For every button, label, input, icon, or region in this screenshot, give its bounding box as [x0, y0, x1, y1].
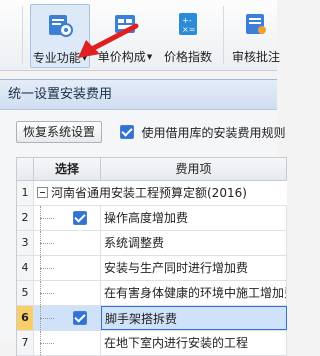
- table-row[interactable]: 7 在地下室内进行安装的工程: [17, 331, 287, 356]
- use-borrowed-library-checkbox[interactable]: [119, 125, 134, 139]
- restore-system-settings-button[interactable]: 恢复系统设置: [16, 121, 103, 143]
- fee-item-cell[interactable]: 在地下室内进行安装的工程: [101, 331, 287, 355]
- table-header: 选择 费用项: [17, 158, 287, 181]
- select-cell: [34, 256, 101, 280]
- fee-item-cell[interactable]: 脚手架搭拆费: [101, 306, 287, 330]
- table-body: 1 河南省通用安装工程预算定额(2016) 2 操作高度增加费 3 系统调整费 4 安装与生产…: [17, 181, 287, 356]
- collapse-icon[interactable]: [37, 187, 48, 198]
- use-borrowed-library-label: 使用借用库的安装费用规则: [141, 125, 286, 140]
- fee-item-cell[interactable]: 系统调整费: [101, 231, 287, 255]
- row-number: 3: [17, 231, 34, 255]
- row-number: 6: [17, 306, 34, 330]
- group-label: 河南省通用安装工程预算定额(2016): [51, 186, 247, 200]
- tree-line: [40, 293, 54, 294]
- row-number: 4: [17, 256, 34, 280]
- row-select-checkbox[interactable]: [73, 211, 87, 225]
- review-annotation-button[interactable]: 审核批注: [228, 4, 284, 66]
- tree-line: [40, 243, 54, 244]
- ribbon-separator: [223, 6, 224, 64]
- gear-document-icon: [49, 15, 73, 37]
- review-icon: [246, 14, 266, 34]
- tree-line: [40, 343, 54, 344]
- row-select-checkbox[interactable]: [73, 311, 87, 325]
- select-cell: [34, 281, 101, 305]
- select-cell: [34, 306, 101, 330]
- fee-item-cell[interactable]: 在有害身体健康的环境中施工增加费: [101, 281, 287, 305]
- annotation-arrow: [78, 23, 139, 58]
- tree-line: [40, 318, 54, 319]
- svg-text:+-: +-: [182, 16, 192, 25]
- select-cell: [34, 231, 101, 255]
- calculator-icon: +- ×=: [179, 13, 197, 35]
- tree-group-cell[interactable]: 河南省通用安装工程预算定额(2016): [34, 181, 287, 205]
- row-number: 7: [17, 331, 34, 355]
- price-index-label: 价格指数: [163, 50, 212, 64]
- fee-item-cell[interactable]: 操作高度增加费: [101, 206, 287, 230]
- row-number: 5: [17, 281, 34, 305]
- chevron-down-icon: ▼: [146, 53, 153, 61]
- review-annotation-label: 审核批注: [231, 50, 280, 64]
- tree-line: [40, 218, 54, 219]
- svg-text:×=: ×=: [182, 25, 195, 34]
- row-number-header: [17, 158, 34, 180]
- dialog-title: 统一设置安装费用: [0, 80, 277, 110]
- unified-install-fee-dialog: 统一设置安装费用 恢复系统设置 使用借用库的安装费用规则 选择 费用项 1 河南省…: [0, 79, 287, 356]
- price-index-button[interactable]: +- ×= 价格指数: [160, 4, 216, 66]
- row-number: 2: [17, 206, 34, 230]
- table-row[interactable]: 1 河南省通用安装工程预算定额(2016): [17, 181, 287, 206]
- fee-item-cell[interactable]: 安装与生产同时进行增加费: [101, 256, 287, 280]
- dialog-toolbar: 恢复系统设置 使用借用库的安装费用规则: [16, 121, 286, 143]
- dialog-body: 恢复系统设置 使用借用库的安装费用规则 选择 费用项 1 河南省通用安装工程预算定…: [0, 110, 287, 356]
- fee-items-table: 选择 费用项 1 河南省通用安装工程预算定额(2016) 2 操作高度增加费 3 系统调整…: [16, 157, 287, 356]
- row-number: 1: [17, 181, 34, 205]
- table-row[interactable]: 3 系统调整费: [17, 231, 287, 256]
- table-row[interactable]: 6 脚手架搭拆费: [17, 306, 287, 331]
- table-row[interactable]: 5 在有害身体健康的环境中施工增加费: [17, 281, 287, 306]
- select-cell: [34, 331, 101, 355]
- table-row[interactable]: 4 安装与生产同时进行增加费: [17, 256, 287, 281]
- select-cell: [34, 206, 101, 230]
- tree-line: [40, 268, 54, 269]
- ribbon-separator: [22, 6, 23, 64]
- select-column-header: 选择: [34, 158, 101, 180]
- fee-item-column-header: 费用项: [101, 158, 287, 180]
- table-row[interactable]: 2 操作高度增加费: [17, 206, 287, 231]
